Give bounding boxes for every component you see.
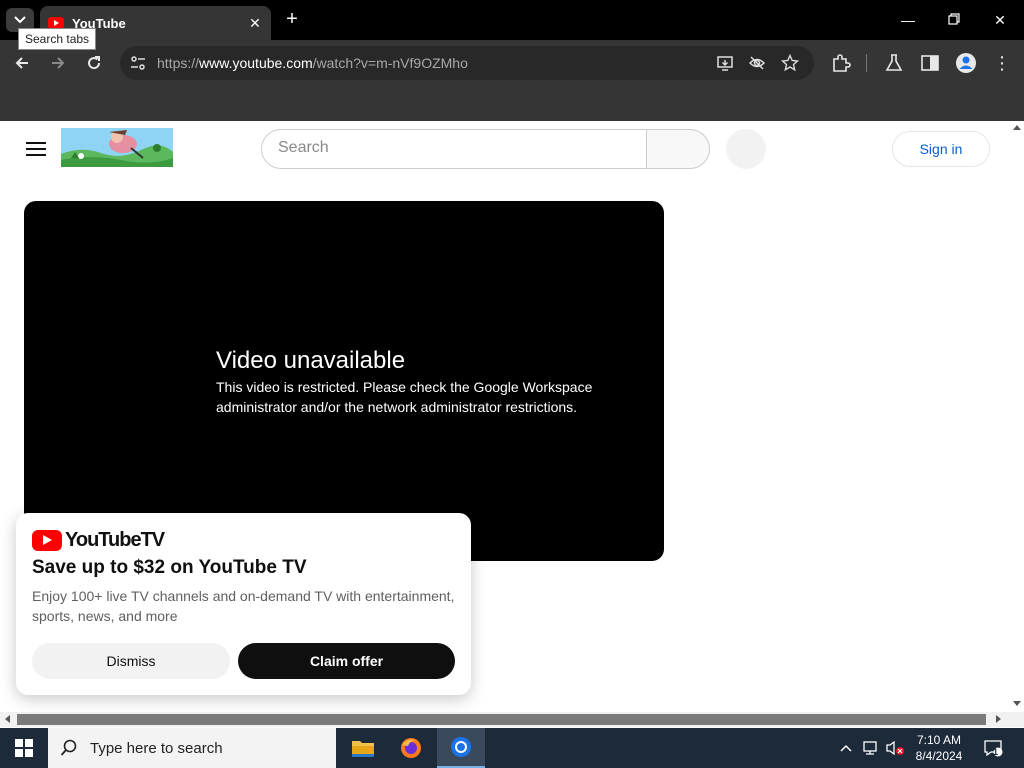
menu-icon[interactable] (26, 142, 46, 156)
scroll-up-arrow-icon[interactable] (1013, 125, 1021, 130)
scroll-left-arrow-icon[interactable] (5, 715, 10, 723)
scroll-down-arrow-icon[interactable] (1013, 701, 1021, 706)
dismiss-button[interactable]: Dismiss (32, 643, 230, 679)
youtube-doodle-logo[interactable] (61, 128, 173, 167)
scroll-right-arrow-icon[interactable] (996, 715, 1001, 723)
firefox-icon (401, 738, 421, 758)
network-status[interactable] (860, 728, 882, 768)
vertical-scrollbar[interactable] (1010, 121, 1024, 712)
toolbar-spacer (0, 86, 1024, 121)
site-info-icon[interactable] (130, 55, 146, 71)
volume-status[interactable] (884, 728, 906, 768)
speaker-muted-icon (886, 740, 904, 756)
tab-title: YouTube (72, 15, 126, 31)
horizontal-scrollbar[interactable] (0, 712, 1024, 727)
taskbar-search-box[interactable]: Type here to search (48, 728, 336, 768)
taskbar-chrome[interactable] (437, 728, 485, 768)
notifications-button[interactable]: 1 (980, 728, 1006, 768)
youtube-tv-promo: YouTubeTV Save up to $32 on YouTube TV E… (16, 513, 471, 695)
search-box[interactable] (261, 129, 647, 169)
browser-menu-button[interactable]: ⋮ (990, 51, 1014, 75)
address-bar[interactable]: https://www.youtube.com/watch?v=m-nVf9OZ… (120, 46, 814, 80)
taskbar-firefox[interactable] (387, 728, 435, 768)
forward-button[interactable] (46, 51, 70, 75)
install-app-icon[interactable] (716, 54, 734, 72)
youtube-tv-logo-text: YouTubeTV (65, 528, 165, 551)
restore-icon (948, 13, 960, 25)
profile-avatar-icon[interactable] (955, 52, 977, 74)
video-player[interactable]: Video unavailable This video is restrict… (24, 201, 664, 561)
voice-search-button[interactable] (726, 129, 766, 169)
flask-icon[interactable] (883, 52, 905, 74)
tab-close-icon[interactable]: ✕ (247, 15, 263, 32)
toolbar-divider (866, 54, 867, 72)
show-hidden-icons-button[interactable] (836, 728, 856, 768)
chevron-up-icon (840, 744, 852, 752)
youtube-play-icon (32, 529, 62, 551)
youtube-page: Sign in Video unavailable This video is … (0, 121, 1010, 712)
new-tab-button[interactable]: + (282, 8, 302, 32)
windows-taskbar: Type here to search 7:10 AM 8/4/2024 1 (0, 728, 1024, 768)
windows-logo-icon (15, 739, 33, 757)
side-panel-icon[interactable] (919, 52, 941, 74)
url-host: www.youtube.com (199, 55, 313, 71)
minimize-button[interactable]: — (896, 8, 920, 32)
chevron-down-icon (14, 16, 26, 24)
horizontal-scroll-thumb[interactable] (17, 714, 986, 725)
youtube-tv-logo: YouTubeTV (32, 528, 165, 551)
video-error-title: Video unavailable (216, 347, 406, 374)
forward-arrow-icon (52, 57, 65, 69)
promo-description: Enjoy 100+ live TV channels and on-deman… (32, 588, 455, 624)
folder-icon (352, 741, 374, 757)
claim-offer-button[interactable]: Claim offer (238, 643, 455, 679)
taskbar-search-placeholder: Type here to search (90, 739, 223, 757)
search-input[interactable] (278, 139, 628, 157)
eye-off-icon[interactable] (748, 54, 766, 72)
url-text[interactable]: https://www.youtube.com/watch?v=m-nVf9OZ… (157, 55, 468, 71)
network-icon (863, 741, 877, 755)
system-clock[interactable]: 7:10 AM 8/4/2024 (908, 732, 970, 764)
clock-time: 7:10 AM (916, 733, 962, 747)
browser-toolbar: https://www.youtube.com/watch?v=m-nVf9OZ… (0, 40, 1024, 86)
tab-strip: YouTube ✕ + — ✕ (0, 0, 1024, 40)
url-prefix: https:// (157, 55, 200, 71)
sign-in-button[interactable]: Sign in (892, 131, 990, 167)
back-arrow-icon (15, 57, 28, 69)
start-button[interactable] (0, 728, 48, 768)
back-button[interactable] (10, 51, 34, 75)
bookmark-star-icon[interactable] (781, 54, 799, 72)
reload-icon (88, 56, 101, 70)
tooltip: Search tabs (18, 28, 97, 50)
taskbar-file-explorer[interactable] (339, 728, 387, 768)
promo-headline: Save up to $32 on YouTube TV (32, 557, 307, 578)
search-button[interactable] (646, 129, 710, 169)
close-window-button[interactable]: ✕ (988, 8, 1012, 32)
chrome-icon (451, 737, 471, 757)
search-icon (60, 739, 77, 756)
video-error-message: This video is restricted. Please check t… (216, 379, 593, 415)
clock-date: 8/4/2024 (915, 749, 963, 763)
reload-button[interactable] (82, 51, 106, 75)
url-path: /watch?v=m-nVf9OZMho (312, 55, 468, 71)
restore-button[interactable] (942, 8, 966, 32)
extensions-icon[interactable] (830, 52, 852, 74)
notification-count: 1 (993, 747, 999, 757)
